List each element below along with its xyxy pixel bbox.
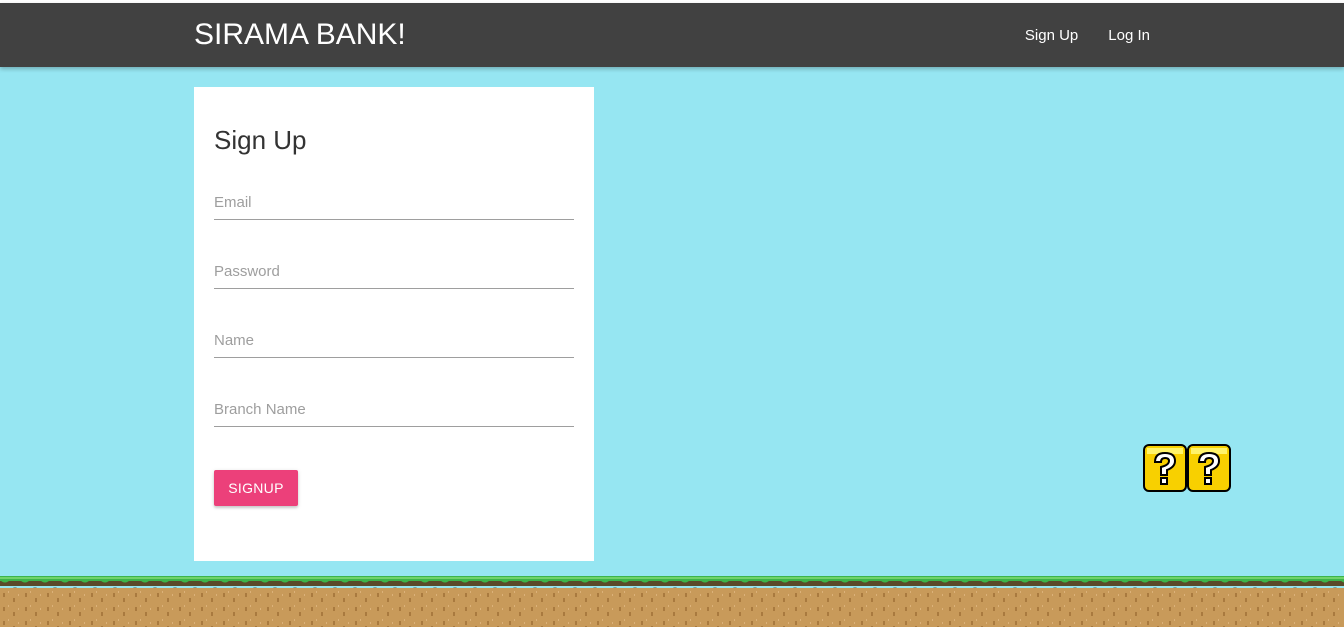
grass-ground-icon xyxy=(0,576,1344,629)
nav-signup-link[interactable]: Sign Up xyxy=(1025,27,1078,44)
question-block-icon xyxy=(1143,444,1187,492)
signup-card: Sign Up SIGNUP xyxy=(194,87,594,561)
nav-links: Sign Up Log In xyxy=(995,3,1150,67)
email-field[interactable] xyxy=(214,185,574,220)
name-field[interactable] xyxy=(214,323,574,358)
nav-login-link[interactable]: Log In xyxy=(1108,27,1150,44)
question-blocks xyxy=(1143,444,1231,492)
signup-button[interactable]: SIGNUP xyxy=(214,470,298,506)
navbar: SIRAMA BANK! Sign Up Log In xyxy=(0,3,1344,67)
password-field[interactable] xyxy=(214,254,574,289)
question-block-icon xyxy=(1187,444,1231,492)
brand-logo[interactable]: SIRAMA BANK! xyxy=(194,17,406,53)
branch-name-field[interactable] xyxy=(214,392,574,427)
signup-title: Sign Up xyxy=(214,125,307,155)
